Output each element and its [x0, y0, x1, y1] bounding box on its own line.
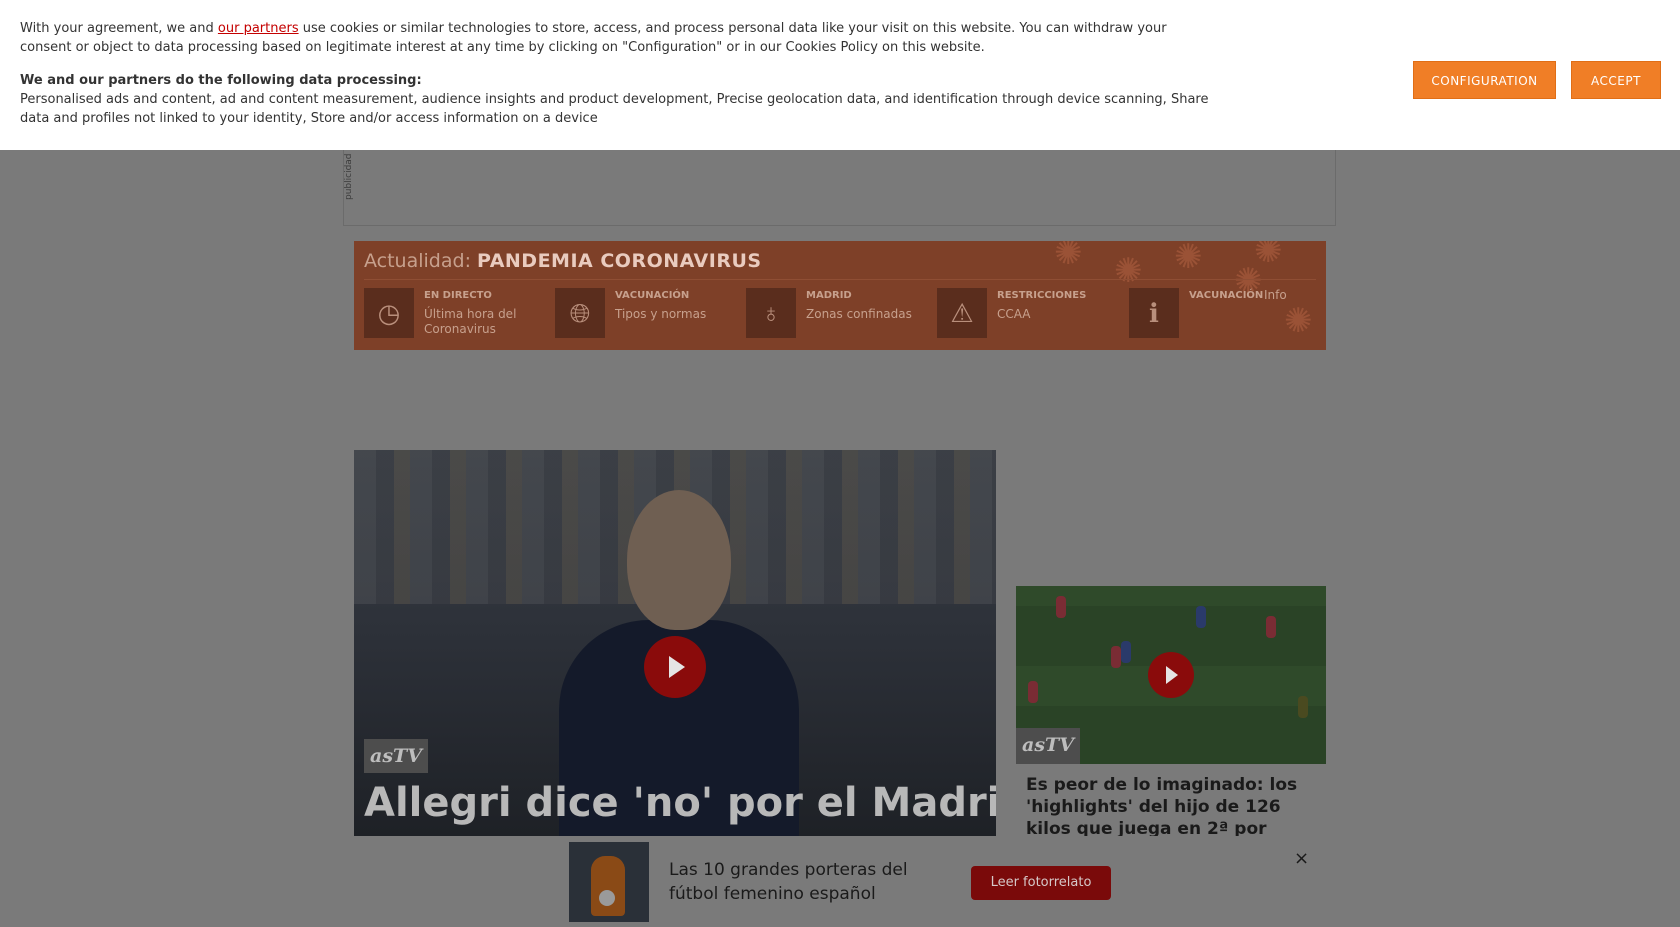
topic-item-text: Zonas confinadas — [806, 307, 912, 321]
promo-thumbnail[interactable] — [569, 842, 649, 922]
warning-icon: ⚠︎ — [937, 288, 987, 338]
play-icon[interactable] — [644, 636, 706, 698]
cookie-agreement-text: With your agreement, we and our partners… — [20, 19, 1220, 57]
virus-decoration-icon: ✺ — [1174, 241, 1203, 276]
player-figure — [1056, 596, 1066, 618]
virus-decoration-icon: ✺ — [1284, 302, 1313, 340]
cookie-text-before: With your agreement, we and — [20, 21, 218, 36]
topic-item-text: Última hora del Coronavirus — [424, 307, 517, 336]
clock-icon: ◷ — [364, 288, 414, 338]
our-partners-link[interactable]: our partners — [218, 21, 299, 36]
video-person-head — [627, 490, 731, 630]
accept-button[interactable]: ACCEPT — [1571, 61, 1661, 99]
processing-heading: We and our partners do the following dat… — [20, 73, 422, 88]
lightbulb-icon: ♁ — [746, 288, 796, 338]
main-video-title[interactable]: Allegri dice 'no' por el Madrid — [364, 780, 996, 826]
play-icon[interactable] — [1148, 652, 1194, 698]
read-photo-story-button[interactable]: Leer fotorrelato — [971, 866, 1111, 900]
cookie-consent-banner: With your agreement, we and our partners… — [0, 0, 1680, 150]
main-video-card[interactable]: asTV Allegri dice 'no' por el Madrid — [354, 450, 996, 836]
player-figure — [1121, 641, 1131, 663]
topic-prefix: Actualidad: — [364, 250, 471, 272]
cookie-text: With your agreement, we and our partners… — [20, 19, 1220, 128]
topic-item-title: RESTRICCIONES — [997, 290, 1087, 301]
player-figure — [1266, 616, 1276, 638]
player-figure — [1196, 606, 1206, 628]
goalkeeper-figure — [591, 856, 625, 916]
topic-item-title: VACUNACIÓN — [1189, 290, 1264, 301]
info-icon: ℹ︎ — [1129, 288, 1179, 338]
topic-divider — [364, 279, 1316, 280]
ball-figure — [599, 890, 615, 906]
coronavirus-topic-bar: ✺ ✺ ✺ ✺ ✺ ✺ Actualidad: PANDEMIA CORONAV… — [354, 241, 1326, 350]
player-figure — [1298, 696, 1308, 718]
topic-item-title: EN DIRECTO — [424, 290, 492, 301]
topic-item-text: CCAA — [997, 307, 1031, 321]
topic-item-text: Info — [1264, 288, 1287, 302]
promo-bar: Las 10 grandes porteras del fútbol femen… — [354, 836, 1326, 927]
player-figure — [1111, 646, 1121, 668]
topic-name: PANDEMIA CORONAVIRUS — [477, 250, 762, 272]
astv-logo: asTV — [364, 739, 428, 773]
ad-label: publicidad — [344, 153, 354, 200]
player-figure — [1028, 681, 1038, 703]
virus-decoration-icon: ✺ — [1254, 241, 1283, 270]
astv-logo: asTV — [1016, 728, 1080, 764]
topic-item-title: VACUNACIÓN — [615, 290, 690, 301]
side-video-card[interactable]: asTV — [1016, 586, 1326, 764]
topic-item-title: MADRID — [806, 290, 852, 301]
topic-item-text: Tipos y normas — [615, 307, 707, 321]
virus-decoration-icon: ✺ — [1054, 241, 1083, 272]
promo-title[interactable]: Las 10 grandes porteras del fútbol femen… — [669, 858, 939, 906]
topic-heading[interactable]: Actualidad: PANDEMIA CORONAVIRUS — [364, 250, 762, 272]
close-icon[interactable]: × — [1294, 848, 1309, 869]
globe-icon: 🌐︎ — [555, 288, 605, 338]
virus-decoration-icon: ✺ — [1114, 252, 1143, 290]
configuration-button[interactable]: CONFIGURATION — [1413, 61, 1556, 99]
processing-list: Personalised ads and content, ad and con… — [20, 92, 1209, 126]
